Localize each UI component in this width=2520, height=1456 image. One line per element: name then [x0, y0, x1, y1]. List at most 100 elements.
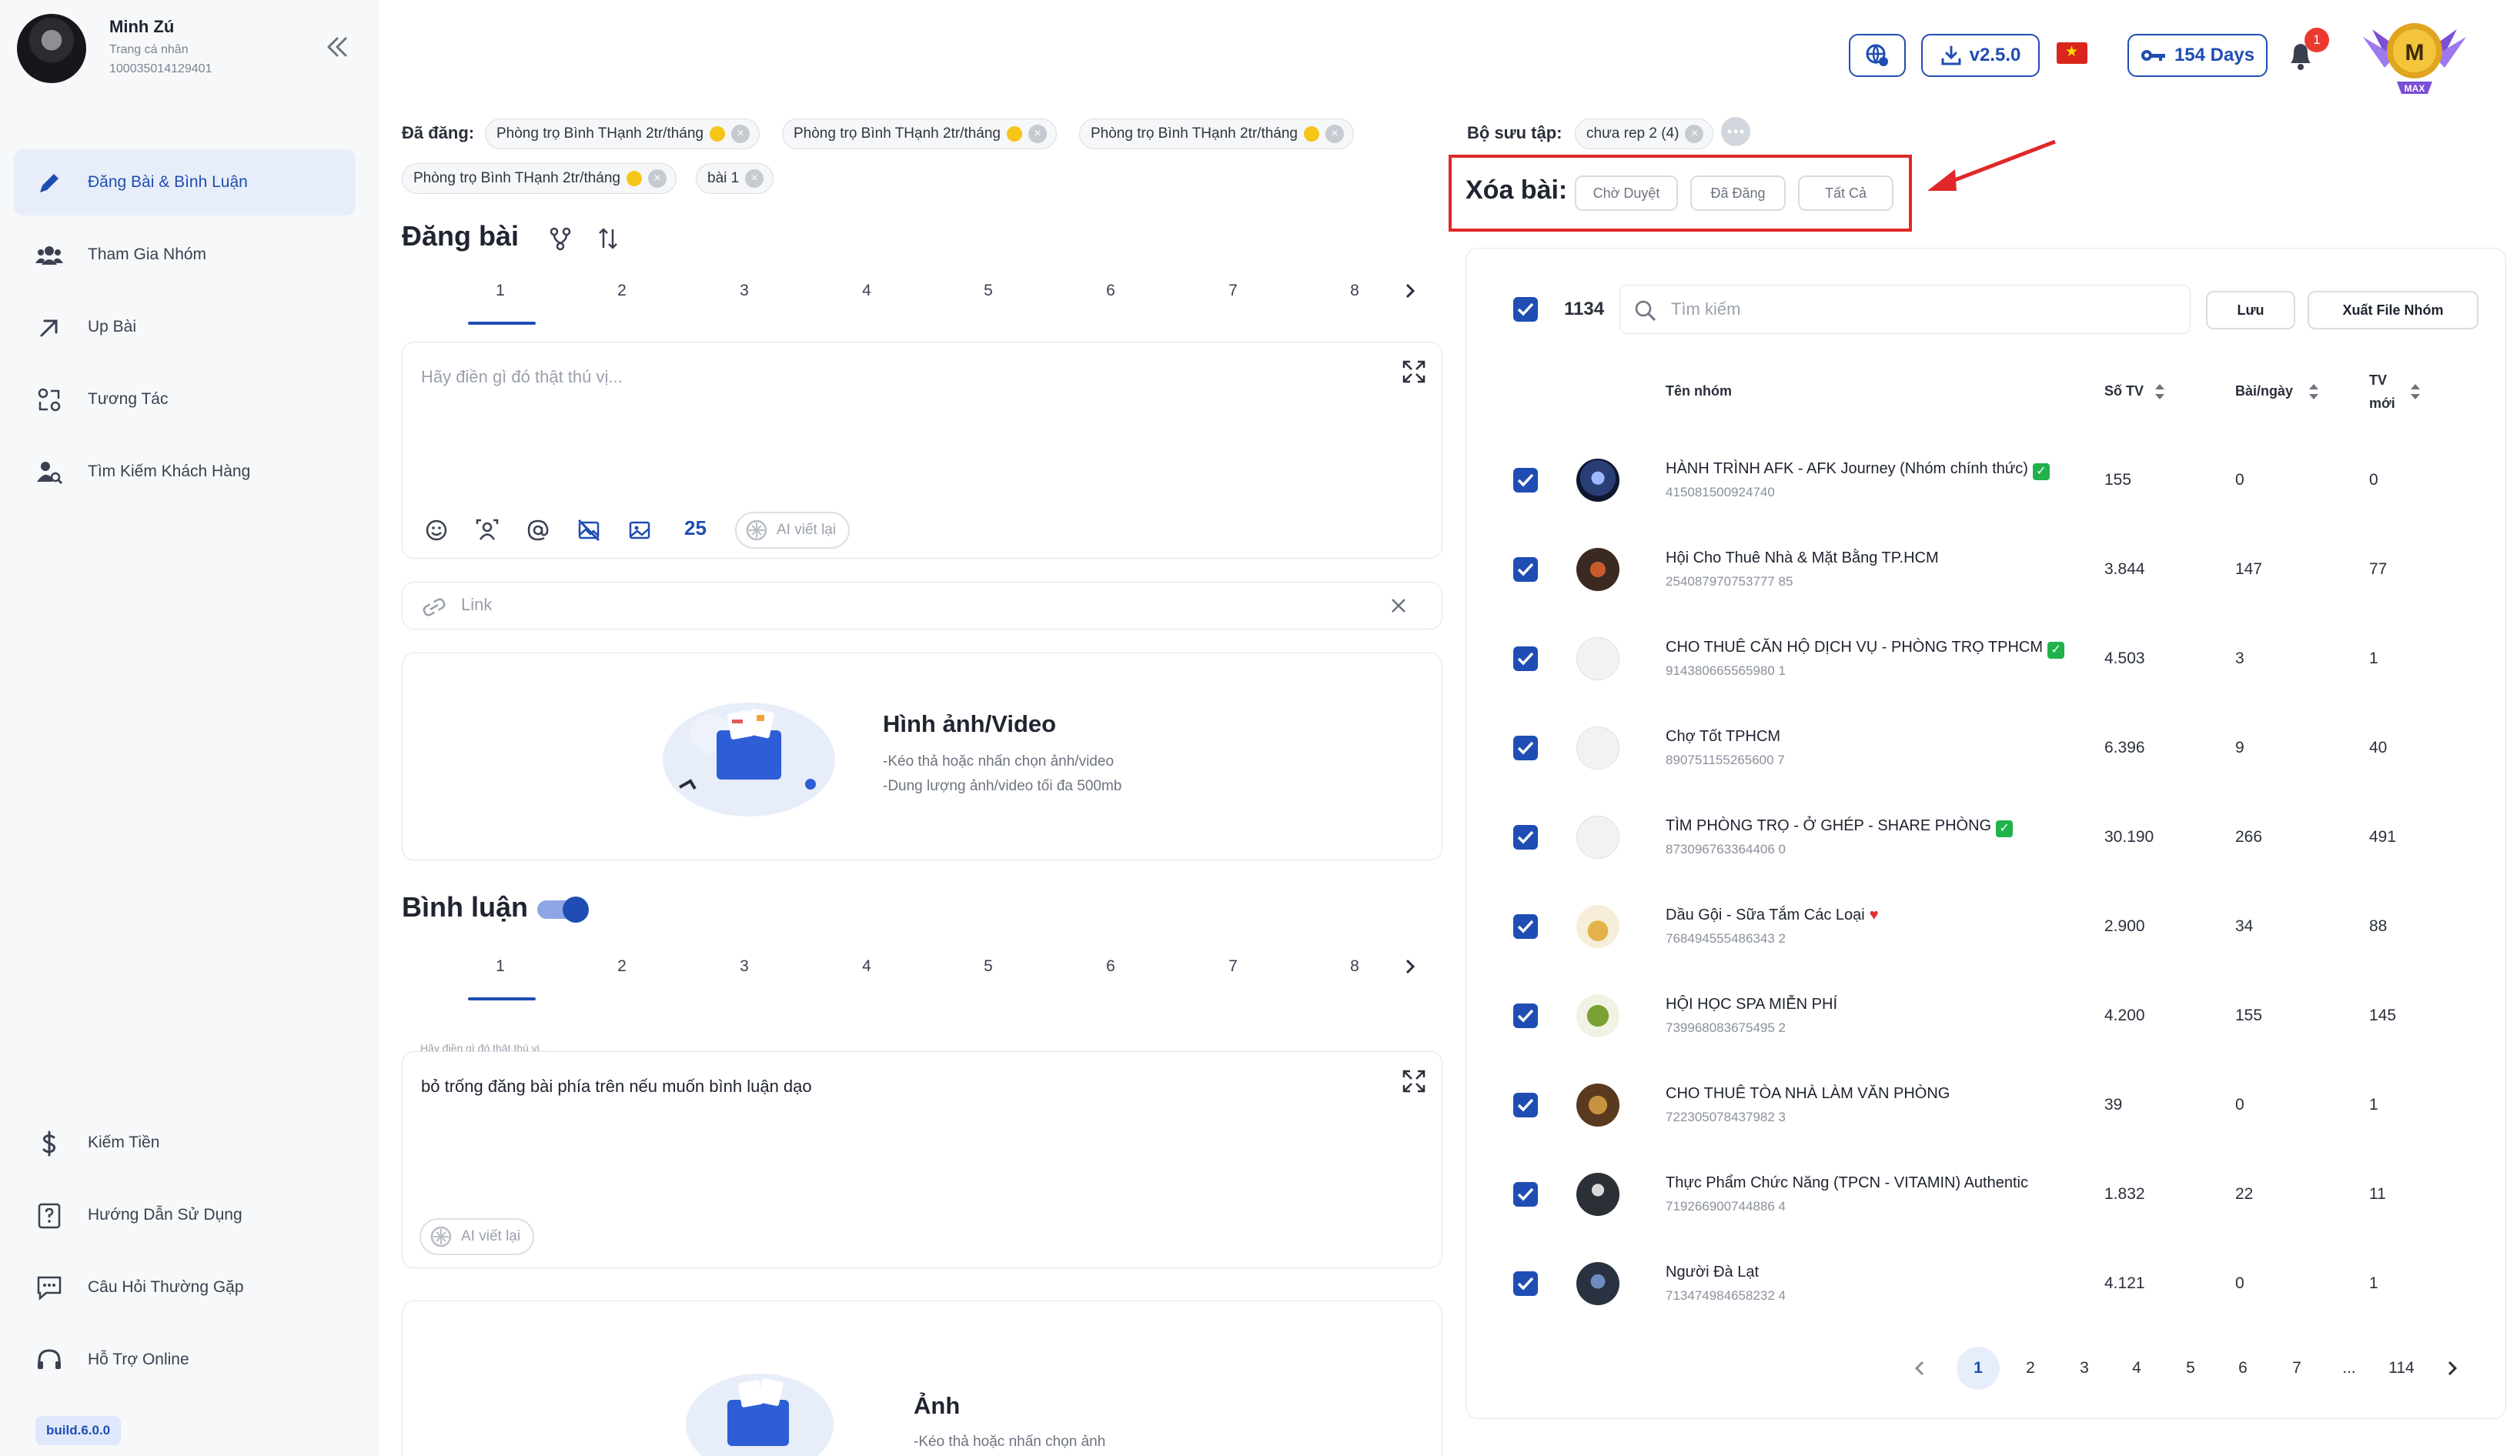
- emoji-icon[interactable]: [424, 518, 449, 543]
- comment-tab-2[interactable]: 2: [591, 957, 653, 976]
- comment-tab-6[interactable]: 6: [1080, 957, 1141, 976]
- expand-icon[interactable]: [1402, 359, 1426, 384]
- sort-icon[interactable]: [596, 226, 620, 251]
- post-editor[interactable]: Hãy điền gì đó thật thú vị... 25 AI viết…: [402, 342, 1442, 559]
- posted-chip[interactable]: bài 1 ×: [696, 163, 774, 194]
- pagination-page-7[interactable]: 7: [2275, 1347, 2318, 1390]
- remove-chip-icon[interactable]: ×: [648, 169, 667, 188]
- select-all-checkbox[interactable]: [1513, 297, 1538, 322]
- pagination-page-6[interactable]: 6: [2221, 1347, 2264, 1390]
- sort-posts-icon[interactable]: [2308, 382, 2320, 402]
- remove-chip-icon[interactable]: ×: [1685, 125, 1704, 143]
- sidebar-item-faq[interactable]: Câu Hỏi Thường Gặp: [14, 1254, 356, 1321]
- post-tab-2[interactable]: 2: [591, 282, 653, 300]
- sidebar-item-join-group[interactable]: Tham Gia Nhóm: [14, 222, 356, 288]
- comment-tab-3[interactable]: 3: [714, 957, 775, 976]
- pagination-page-114[interactable]: 114: [2380, 1347, 2423, 1390]
- download-update-button[interactable]: v2.5.0: [1921, 34, 2040, 77]
- pagination-page-1[interactable]: 1: [1957, 1347, 2000, 1390]
- row-checkbox[interactable]: [1513, 825, 1538, 850]
- group-name[interactable]: Chợ Tốt TPHCM: [1666, 728, 1780, 746]
- remove-chip-icon[interactable]: ×: [1028, 125, 1047, 143]
- translate-button[interactable]: [1849, 34, 1906, 77]
- posted-chip[interactable]: Phòng trọ Bình THạnh 2tr/tháng ×: [782, 119, 1057, 149]
- ai-rewrite-button[interactable]: AI viết lại: [735, 512, 851, 549]
- post-tab-6[interactable]: 6: [1080, 282, 1141, 300]
- image-dropzone[interactable]: Ảnh -Kéo thả hoặc nhấn chọn ảnh: [402, 1301, 1442, 1456]
- sidebar-item-find-customer[interactable]: Tìm Kiếm Khách Hàng: [14, 439, 356, 505]
- mention-icon[interactable]: [526, 518, 550, 543]
- column-header-members[interactable]: Số TV: [2104, 383, 2144, 399]
- comment-tab-8[interactable]: 8: [1324, 957, 1385, 976]
- column-header-posts[interactable]: Bài/ngày: [2235, 383, 2293, 399]
- row-checkbox[interactable]: [1513, 914, 1538, 939]
- branch-icon[interactable]: [548, 226, 573, 251]
- group-name[interactable]: CHO THUÊ TÒA NHÀ LÀM VĂN PHÒNG: [1666, 1085, 1950, 1103]
- row-checkbox[interactable]: [1513, 468, 1538, 493]
- no-image-icon[interactable]: [577, 518, 601, 543]
- comment-toggle[interactable]: [537, 894, 591, 923]
- chevron-right-icon[interactable]: [1401, 957, 1419, 976]
- license-days-button[interactable]: 154 Days: [2127, 34, 2268, 77]
- tag-people-icon[interactable]: [475, 518, 500, 543]
- row-checkbox[interactable]: [1513, 1004, 1538, 1028]
- media-dropzone[interactable]: Hình ảnh/Video -Kéo thả hoặc nhấn chọn ả…: [402, 653, 1442, 860]
- post-tab-4[interactable]: 4: [836, 282, 897, 300]
- column-header-new-2[interactable]: mới: [2369, 396, 2395, 412]
- pagination-page-2[interactable]: 2: [2009, 1347, 2052, 1390]
- row-checkbox[interactable]: [1513, 736, 1538, 760]
- sidebar-item-interact[interactable]: Tương Tác: [14, 366, 356, 432]
- avatar[interactable]: [17, 14, 86, 83]
- comment-tab-5[interactable]: 5: [958, 957, 1019, 976]
- collapse-sidebar-icon[interactable]: [323, 35, 349, 58]
- pagination-page-5[interactable]: 5: [2169, 1347, 2212, 1390]
- row-checkbox[interactable]: [1513, 1182, 1538, 1207]
- export-groups-button[interactable]: Xuất File Nhóm: [2308, 291, 2478, 329]
- post-tab-8[interactable]: 8: [1324, 282, 1385, 300]
- comment-editor[interactable]: bỏ trống đăng bài phía trên nếu muốn bìn…: [402, 1051, 1442, 1268]
- image-icon[interactable]: [627, 518, 652, 543]
- sidebar-item-post-comment[interactable]: Đăng Bài & Bình Luận: [14, 149, 356, 215]
- max-rank-badge-icon[interactable]: M MAX: [2357, 14, 2472, 99]
- row-checkbox[interactable]: [1513, 646, 1538, 671]
- chevron-right-icon[interactable]: [1401, 282, 1419, 300]
- pagination-page-4[interactable]: 4: [2115, 1347, 2158, 1390]
- group-name[interactable]: Thực Phẩm Chức Năng (TPCN - VITAMIN) Aut…: [1666, 1174, 2028, 1192]
- pagination-page-3[interactable]: 3: [2063, 1347, 2106, 1390]
- sidebar-item-up-post[interactable]: Up Bài: [14, 294, 356, 360]
- post-tab-3[interactable]: 3: [714, 282, 775, 300]
- more-options-button[interactable]: [1721, 117, 1750, 146]
- group-name[interactable]: HỘI HỌC SPA MIỄN PHÍ: [1666, 996, 1837, 1014]
- group-name[interactable]: Dầu Gội - Sữa Tắm Các Loại ♥: [1666, 907, 1879, 924]
- comment-tab-1[interactable]: 1: [470, 957, 531, 976]
- row-checkbox[interactable]: [1513, 1093, 1538, 1117]
- sidebar-item-guide[interactable]: Hướng Dẫn Sử Dụng: [14, 1182, 356, 1248]
- collection-chip[interactable]: chưa rep 2 (4) ×: [1575, 119, 1714, 149]
- remove-chip-icon[interactable]: ×: [745, 169, 764, 188]
- pagination-prev-icon[interactable]: [1910, 1357, 1929, 1379]
- clear-link-icon[interactable]: [1389, 596, 1408, 615]
- posted-chip[interactable]: Phòng trọ Bình THạnh 2tr/tháng ×: [485, 119, 760, 149]
- vietnam-flag-icon[interactable]: ★: [2057, 42, 2087, 64]
- expand-icon[interactable]: [1402, 1069, 1426, 1094]
- save-button[interactable]: Lưu: [2206, 291, 2295, 329]
- post-tab-5[interactable]: 5: [958, 282, 1019, 300]
- group-name[interactable]: Hội Cho Thuê Nhà & Mặt Bằng TP.HCM: [1666, 549, 1939, 567]
- pagination-next-icon[interactable]: [2443, 1357, 2462, 1379]
- comment-tab-7[interactable]: 7: [1202, 957, 1264, 976]
- remove-chip-icon[interactable]: ×: [731, 125, 750, 143]
- group-name[interactable]: HÀNH TRÌNH AFK - AFK Journey (Nhóm chính…: [1666, 460, 2050, 480]
- delete-all-button[interactable]: Tất Cả: [1798, 175, 1893, 211]
- sort-new-icon[interactable]: [2409, 382, 2421, 402]
- remove-chip-icon[interactable]: ×: [1325, 125, 1344, 143]
- posted-chip[interactable]: Phòng trọ Bình THạnh 2tr/tháng ×: [1079, 119, 1354, 149]
- post-tab-7[interactable]: 7: [1202, 282, 1264, 300]
- sidebar-item-support[interactable]: Hỗ Trợ Online: [14, 1327, 356, 1393]
- group-search-input[interactable]: Tìm kiếm: [1619, 285, 2191, 334]
- ai-rewrite-button[interactable]: AI viết lại: [419, 1218, 535, 1255]
- row-checkbox[interactable]: [1513, 557, 1538, 582]
- sort-members-icon[interactable]: [2154, 382, 2166, 402]
- posted-chip[interactable]: Phòng trọ Bình THạnh 2tr/tháng ×: [402, 163, 677, 194]
- group-name[interactable]: CHO THUÊ CĂN HỘ DỊCH VỤ - PHÒNG TRỌ TPHC…: [1666, 639, 2065, 659]
- comment-tab-4[interactable]: 4: [836, 957, 897, 976]
